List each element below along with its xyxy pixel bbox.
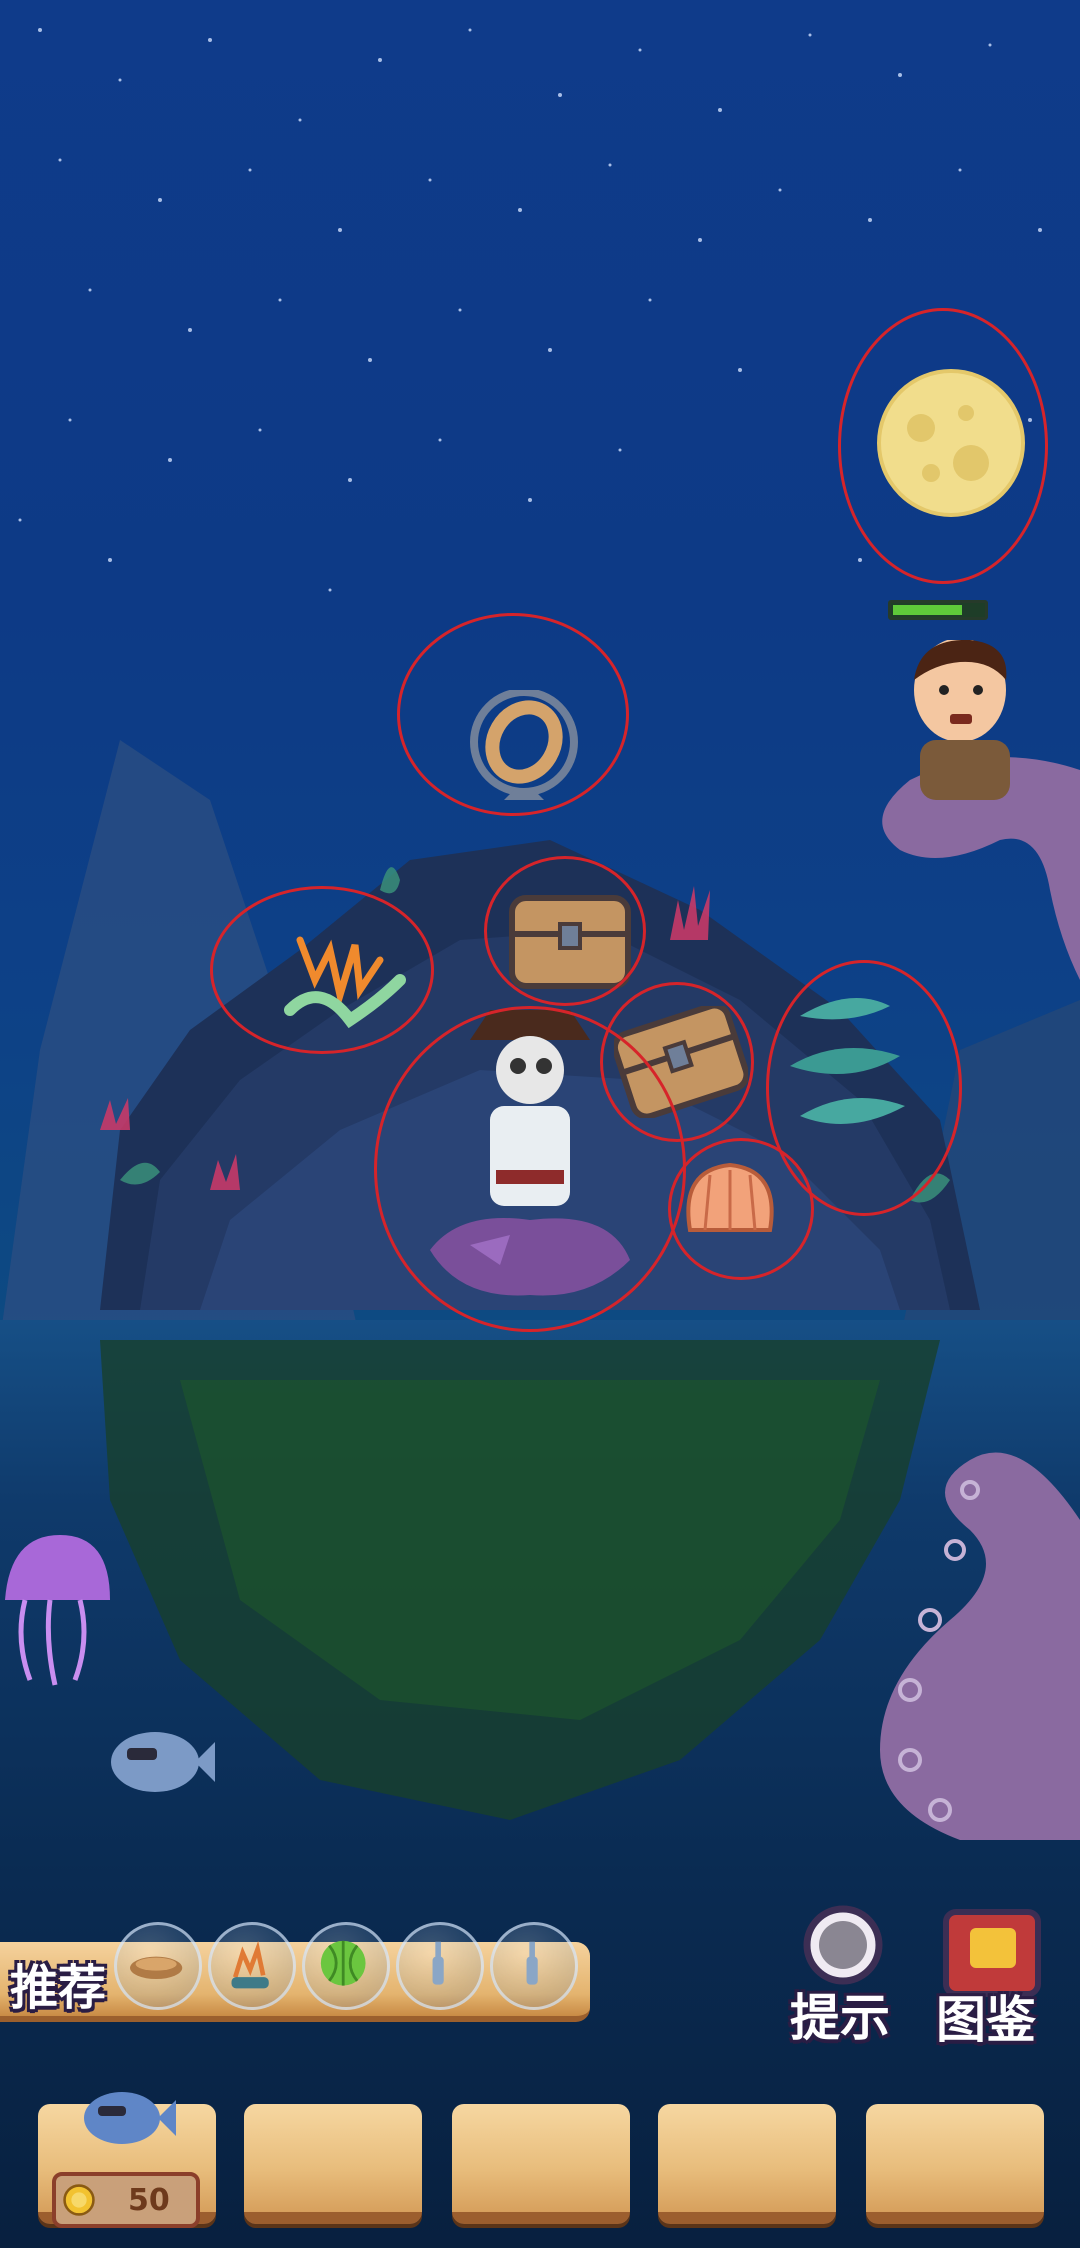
hint-label: 提示: [790, 1989, 890, 2047]
magnifier-icon: [803, 1905, 883, 1985]
game-scene: [0, 0, 1080, 2248]
found-marker-life-ring: [397, 613, 629, 816]
found-marker-treasure-chest: [600, 982, 754, 1142]
bottle-icon: [526, 1941, 538, 1985]
found-marker-moon: [838, 308, 1048, 584]
inventory-slot-2[interactable]: [244, 2104, 422, 2224]
catalog-label: 图鉴: [936, 1991, 1036, 2049]
blue-fish: [111, 1732, 215, 1792]
inventory-slot-4[interactable]: [658, 2104, 836, 2224]
found-marker-scallop-shell: [668, 1138, 814, 1280]
catalog-button[interactable]: 图鉴: [928, 1902, 1060, 2049]
recommend-slot-bottle[interactable]: [396, 1922, 484, 2010]
coin-icon: [63, 2184, 95, 2216]
found-marker-coral: [210, 886, 434, 1054]
inventory-slot-5[interactable]: [866, 2104, 1044, 2224]
bottle-icon: [432, 1941, 444, 1985]
recommend-slot-watermelon[interactable]: [302, 1922, 390, 2010]
recommend-slot-sandals[interactable]: [114, 1922, 202, 2010]
health-bar: [888, 600, 988, 620]
coral-icon: [231, 1940, 269, 1989]
captured-man: [882, 640, 1080, 980]
octopus-tentacle: [880, 1452, 1080, 1840]
recommend-slot-bottle[interactable]: [490, 1922, 578, 2010]
recommend-slot-coral[interactable]: [208, 1922, 296, 2010]
found-marker-treasure-chest: [484, 856, 646, 1006]
sandals-icon: [130, 1956, 183, 1980]
health-bar-fill: [893, 605, 962, 615]
blue-fish-icon: [84, 2092, 176, 2144]
hint-button[interactable]: 提示: [782, 1900, 906, 2047]
jellyfish: [5, 1535, 110, 1686]
coin-count: 50: [128, 2183, 170, 2218]
watermelon-icon: [320, 1940, 366, 1986]
inventory-slot-3[interactable]: [452, 2104, 630, 2224]
recommend-label: 推荐: [10, 1960, 107, 2016]
coin-counter: 50: [52, 2172, 200, 2228]
